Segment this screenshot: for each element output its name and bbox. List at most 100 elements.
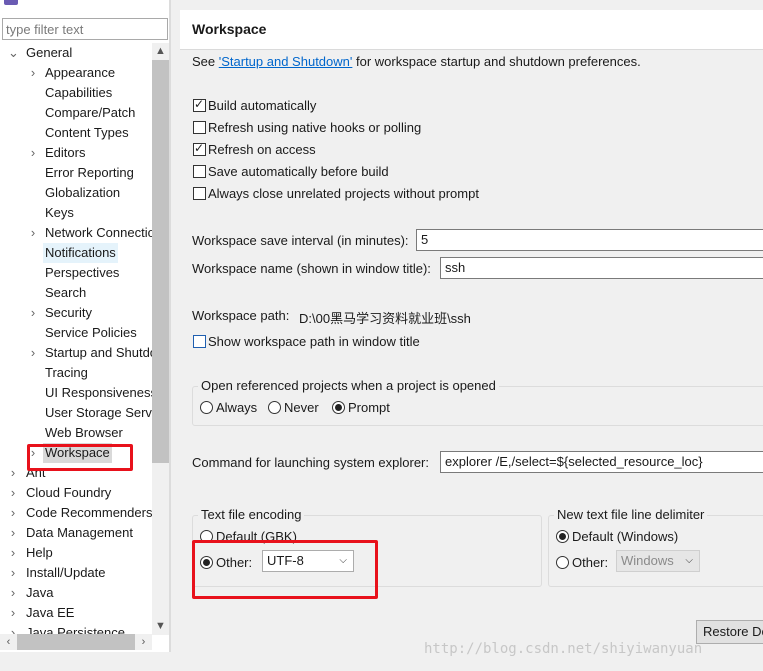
tree-item-label: Compare/Patch [45,105,136,120]
tree-item-label: Perspectives [45,265,120,280]
page-header: Workspace [180,10,763,50]
open-projects-radio-always[interactable] [200,401,213,414]
checkbox[interactable] [193,141,206,156]
scrollbar-thumb-horizontal[interactable] [17,634,135,650]
tree-item[interactable]: Search [0,283,152,303]
chevron-right-icon[interactable]: › [8,523,18,543]
chevron-right-icon[interactable]: › [8,583,18,603]
scroll-left-icon[interactable]: ‹ [0,634,17,650]
checkbox[interactable] [193,97,206,112]
preferences-tree: ⌄ General › Appearance Capabilities Compare/P… [0,43,152,635]
tree-item[interactable]: Error Reporting [0,163,152,183]
chevron-right-icon[interactable]: › [28,343,38,363]
scroll-right-icon[interactable]: › [135,634,152,650]
chevron-right-icon[interactable]: › [8,483,18,503]
open-projects-label: Open referenced projects when a project … [198,378,499,393]
tree-item[interactable]: › Help [0,543,152,563]
tree-item-label: Data Management [26,525,133,540]
chevron-right-icon[interactable]: › [8,463,18,483]
tree-item-label: Code Recommenders [26,505,152,520]
tree-item[interactable]: User Storage Service [0,403,152,423]
tree-item[interactable]: Compare/Patch [0,103,152,123]
save-interval-input[interactable]: 5 [416,229,763,251]
explorer-command-input[interactable]: explorer /E,/select=${selected_resource_… [440,451,763,473]
tree-item[interactable]: Tracing [0,363,152,383]
workspace-name-input[interactable]: ssh [440,257,763,279]
tree-item-label: Install/Update [26,565,106,580]
tree-item[interactable]: › Java [0,583,152,603]
delimiter-other-label: Other: [572,555,609,570]
tree-item[interactable]: › Editors [0,143,152,163]
tree-item[interactable]: › Startup and Shutdown [0,343,152,363]
chevron-right-icon[interactable]: › [28,223,38,243]
tree-item-label: Content Types [45,125,129,140]
tree-item[interactable]: Perspectives [0,263,152,283]
open-projects-radio-prompt[interactable] [332,401,345,414]
tree-item[interactable]: Service Policies [0,323,152,343]
tree-item-label: User Storage Service [45,405,152,420]
chevron-right-icon[interactable]: › [8,563,18,583]
tree-item-label: Tracing [45,365,88,380]
hint-prefix: See [192,54,219,69]
tree-item[interactable]: Capabilities [0,83,152,103]
chevron-right-icon[interactable]: › [8,603,18,623]
app-icon [4,0,18,5]
delimiter-default-radio[interactable] [556,530,569,543]
encoding-select[interactable]: UTF-8 ⌵ [262,550,354,572]
tree-item[interactable]: Web Browser [0,423,152,443]
tree-item[interactable]: › Workspace [0,443,152,463]
tree-item[interactable]: › Cloud Foundry [0,483,152,503]
tree-item-label: General [26,45,73,60]
startup-shutdown-link[interactable]: 'Startup and Shutdown' [219,54,353,69]
tree-item[interactable]: › Install/Update [0,563,152,583]
encoding-select-value: UTF-8 [267,553,304,568]
tree-item[interactable]: › Security [0,303,152,323]
tree-item[interactable]: › Network Connections [0,223,152,243]
encoding-default-radio[interactable] [200,530,213,543]
workspace-path-label: Workspace path: [192,308,290,323]
tree-item[interactable]: Content Types [0,123,152,143]
scroll-down-icon[interactable]: ▼ [152,618,169,635]
chevron-down-icon[interactable]: ⌄ [8,43,19,63]
open-projects-option-label: Always [216,400,258,415]
open-projects-option-label: Never [284,400,319,415]
chevron-right-icon[interactable]: › [28,303,38,323]
chevron-down-icon: ⌵ [685,555,693,566]
delimiter-select[interactable]: Windows ⌵ [616,550,700,572]
checkbox[interactable] [193,121,206,134]
chevron-right-icon[interactable]: › [8,543,18,563]
page-title: Workspace [192,21,267,37]
tree-item[interactable]: › Java EE [0,603,152,623]
tree-item[interactable]: Keys [0,203,152,223]
pane-splitter[interactable] [170,0,180,671]
workspace-name-label: Workspace name (shown in window title): [192,261,431,276]
checkbox[interactable] [193,187,206,200]
delimiter-group-label: New text file line delimiter [554,507,708,522]
checkbox[interactable] [193,165,206,178]
scrollbar-thumb[interactable] [152,60,169,463]
chevron-right-icon[interactable]: › [28,443,38,463]
chevron-right-icon[interactable]: › [8,503,18,523]
restore-defaults-button[interactable]: Restore De [696,620,763,644]
tree-item[interactable]: ⌄ General [0,43,152,63]
tree-item[interactable]: › Appearance [0,63,152,83]
tree-item[interactable]: › Ant [0,463,152,483]
tree-item-label: Web Browser [45,425,123,440]
chevron-right-icon[interactable]: › [28,63,38,83]
tree-item-label: Service Policies [45,325,137,340]
tree-vertical-scrollbar[interactable]: ▲ ▼ [152,43,169,635]
tree-item[interactable]: › Data Management [0,523,152,543]
scroll-up-icon[interactable]: ▲ [152,43,169,60]
tree-horizontal-scrollbar[interactable]: ‹ › [0,634,152,650]
tree-item[interactable]: Notifications [0,243,152,263]
tree-item[interactable]: UI Responsiveness [0,383,152,403]
tree-item[interactable]: Globalization [0,183,152,203]
checkbox-label: Build automatically [208,98,317,113]
open-projects-radio-never[interactable] [268,401,281,414]
delimiter-other-radio[interactable] [556,556,569,569]
show-path-checkbox[interactable] [193,335,206,348]
chevron-right-icon[interactable]: › [28,143,38,163]
tree-item[interactable]: › Code Recommenders [0,503,152,523]
filter-input[interactable] [2,18,168,40]
encoding-other-radio[interactable] [200,556,213,569]
